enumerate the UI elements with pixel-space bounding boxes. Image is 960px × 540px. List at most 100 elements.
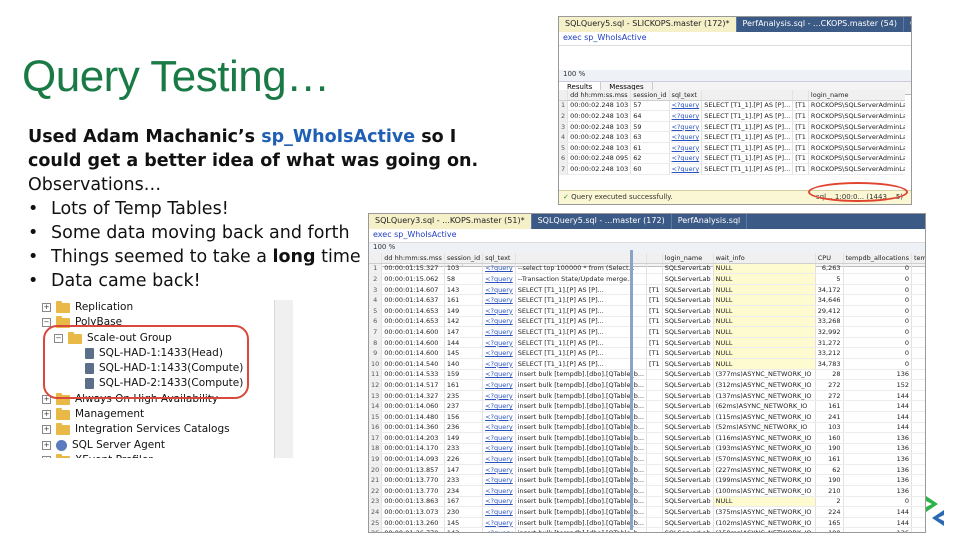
editor-tab[interactable]: PerfAnalysis.sql - ...CKOPS.master (54) xyxy=(737,17,904,32)
table-row[interactable]: 5 00:00:02.248 103 61 <?query SELECT [T1_1].… xyxy=(559,142,905,154)
editor-tab[interactable]: SQLQuery5.sql - SLICKOPS.master (172)* xyxy=(559,17,737,32)
expander-icon[interactable]: + xyxy=(42,456,51,458)
grid-cell[interactable]: <?query xyxy=(669,142,703,154)
expander-icon[interactable]: + xyxy=(42,441,51,450)
table-row[interactable]: 2 00:00:02.248 103 64 <?query SELECT [T1_1].… xyxy=(559,110,905,122)
table-row[interactable]: 22 00:00:01:13.770 234 <?query insert bulk [… xyxy=(369,485,925,497)
column-header[interactable] xyxy=(559,90,569,101)
table-row[interactable]: 4 00:00:01:14.637 161 <?query SELECT [T1_1].… xyxy=(369,294,925,306)
table-row[interactable]: 25 00:00:01:13.260 145 <?query insert bulk [… xyxy=(369,517,925,529)
grid-cell[interactable]: <?query xyxy=(482,273,516,285)
grid-cell[interactable]: <?query xyxy=(482,294,516,306)
expander-icon[interactable]: + xyxy=(42,410,51,419)
query-editor[interactable]: exec sp_WhoIsActive xyxy=(559,32,911,46)
grid-cell[interactable]: <?query xyxy=(482,284,516,296)
object-explorer-scrollbar[interactable] xyxy=(274,300,293,458)
editor-tab[interactable]: SQLQuery3.sql - ...KOPS.master (51)* xyxy=(369,214,532,229)
grid-cell[interactable]: <?query xyxy=(482,474,516,487)
query-editor[interactable]: exec sp_WhoIsActive xyxy=(369,229,925,243)
table-row[interactable]: 8 00:00:01:14.600 144 <?query SELECT [T1_1].… xyxy=(369,337,925,349)
grid-cell[interactable]: <?query xyxy=(669,110,703,122)
column-header[interactable]: session_id xyxy=(444,253,484,264)
table-row[interactable]: 1 00:00:01:15.327 103 <?query --select top 1… xyxy=(369,263,925,275)
table-row[interactable]: 14 00:00:01:14.060 237 <?query insert bulk [… xyxy=(369,400,925,412)
table-row[interactable]: 1 00:00:02.248 103 57 <?query SELECT [T1_1].… xyxy=(559,100,905,112)
editor-tab[interactable]: PerfAnalysis.sql xyxy=(672,214,748,229)
table-row[interactable]: 21 00:00:01:13.770 233 <?query insert bulk [… xyxy=(369,474,925,487)
grid-cell[interactable]: <?query xyxy=(482,347,516,359)
column-header[interactable]: tempdb_allocations xyxy=(843,253,912,264)
grid-cell[interactable]: <?query xyxy=(482,379,516,391)
tree-node[interactable]: + SQL Server Agent xyxy=(42,438,165,453)
table-row[interactable]: 5 00:00:01:14.653 149 <?query SELECT [T1_1].… xyxy=(369,305,925,317)
grid-cell[interactable]: <?query xyxy=(482,506,516,518)
zoom-level[interactable]: 100 % xyxy=(559,70,911,82)
column-header[interactable] xyxy=(701,90,794,101)
expander-icon[interactable]: + xyxy=(42,303,51,312)
column-header[interactable]: tempdb_current xyxy=(911,253,925,264)
tree-node[interactable]: + XEvent Profiler xyxy=(42,453,153,458)
table-row[interactable]: 10 00:00:01:14.540 140 <?query SELECT [T1_1]… xyxy=(369,358,925,370)
table-row[interactable]: 6 00:00:01:14.653 142 <?query SELECT [T1_1].… xyxy=(369,316,925,328)
grid-cell[interactable]: <?query xyxy=(482,527,516,532)
table-row[interactable]: 12 00:00:01:14.517 161 <?query insert bulk [… xyxy=(369,379,925,391)
table-row[interactable]: 15 00:00:01:14.480 156 <?query insert bulk [… xyxy=(369,411,925,423)
grid-cell[interactable]: <?query xyxy=(482,390,516,402)
table-row[interactable]: 7 00:00:02.248 103 60 <?query SELECT [T1_1].… xyxy=(559,163,905,175)
grid-cell[interactable]: <?query xyxy=(482,369,516,381)
column-header[interactable]: wait_info xyxy=(713,253,816,264)
column-header[interactable] xyxy=(646,253,663,264)
table-row[interactable]: 2600:00:01:26.770143<?queryinsert bulk [… xyxy=(369,527,925,532)
grid-cell[interactable]: <?query xyxy=(482,411,516,423)
grid-cell[interactable]: <?query xyxy=(482,263,516,275)
editor-tab[interactable]: SQLQuery5.sql - ...master (172) xyxy=(532,214,672,229)
editor-tab[interactable]: ClickstreamAnalysis... xyxy=(904,17,911,32)
grid-cell[interactable]: <?query xyxy=(482,517,516,529)
grid-cell[interactable]: <?query xyxy=(669,100,703,112)
column-header[interactable]: login_name xyxy=(808,90,905,101)
grid-cell[interactable]: <?query xyxy=(482,337,516,349)
column-header[interactable]: login_name xyxy=(662,253,714,264)
table-row[interactable]: 20 00:00:01:13.857 147 <?query insert bulk [… xyxy=(369,464,925,476)
grid-cell[interactable]: <?query xyxy=(482,316,516,328)
column-header[interactable] xyxy=(792,90,809,101)
grid-cell[interactable]: <?query xyxy=(482,485,516,497)
column-header[interactable]: sql_text xyxy=(669,90,703,101)
tree-node[interactable]: + Replication xyxy=(42,300,133,315)
grid-cell[interactable]: <?query xyxy=(669,163,703,175)
table-row[interactable]: 17 00:00:01:14.203 149 <?query insert bulk [… xyxy=(369,432,925,444)
expander-icon[interactable]: + xyxy=(42,425,51,434)
table-row[interactable]: 9 00:00:01:14.600 145 <?query SELECT [T1_1].… xyxy=(369,347,925,359)
tree-node[interactable]: + Integration Services Catalogs xyxy=(42,422,230,437)
table-row[interactable]: 18 00:00:01:14.170 233 <?query insert bulk [… xyxy=(369,443,925,455)
column-header[interactable] xyxy=(515,253,648,264)
grid-cell[interactable]: <?query xyxy=(669,121,703,133)
column-header[interactable]: CPU xyxy=(815,253,844,264)
table-row[interactable]: 4 00:00:02.248 103 63 <?query SELECT [T1_1].… xyxy=(559,131,905,143)
table-row[interactable]: 16 00:00:01:14.360 236 <?query insert bulk [… xyxy=(369,422,925,434)
table-row[interactable]: 3 00:00:01:14.607 143 <?query SELECT [T1_1].… xyxy=(369,284,925,296)
table-row[interactable]: 3 00:00:02.248 103 59 <?query SELECT [T1_1].… xyxy=(559,121,905,133)
column-header[interactable]: sql_text xyxy=(482,253,516,264)
column-header[interactable]: session_id xyxy=(630,90,670,101)
grid-cell[interactable]: <?query xyxy=(482,422,516,434)
table-row[interactable]: 11 00:00:01:14.533 159 <?query insert bulk [… xyxy=(369,369,925,381)
grid-cell[interactable]: <?query xyxy=(669,131,703,143)
grid-cell[interactable]: <?query xyxy=(482,305,516,317)
table-row[interactable]: 19 00:00:01:14.093 226 <?query insert bulk [… xyxy=(369,453,925,465)
table-row[interactable]: 13 00:00:01:14.327 235 <?query insert bulk [… xyxy=(369,390,925,402)
grid-cell[interactable]: <?query xyxy=(482,453,516,465)
grid-cell[interactable]: <?query xyxy=(482,358,516,370)
column-splitter[interactable] xyxy=(630,250,633,530)
tree-node[interactable]: + Management xyxy=(42,407,144,422)
grid-cell[interactable]: <?query xyxy=(482,464,516,476)
grid-cell[interactable]: <?query xyxy=(482,432,516,444)
column-header[interactable]: dd hh:mm:ss.mss xyxy=(381,253,445,264)
grid-cell[interactable]: <?query xyxy=(482,326,516,338)
table-row[interactable]: 7 00:00:01:14.600 147 <?query SELECT [T1_1].… xyxy=(369,326,925,338)
column-header[interactable]: dd hh:mm:ss.mss xyxy=(567,90,632,101)
grid-cell[interactable]: <?query xyxy=(482,443,516,455)
table-row[interactable]: 6 00:00:02.248 095 62 <?query SELECT [T1_1].… xyxy=(559,153,905,165)
column-header[interactable] xyxy=(369,253,383,264)
grid-cell[interactable]: <?query xyxy=(482,400,516,412)
